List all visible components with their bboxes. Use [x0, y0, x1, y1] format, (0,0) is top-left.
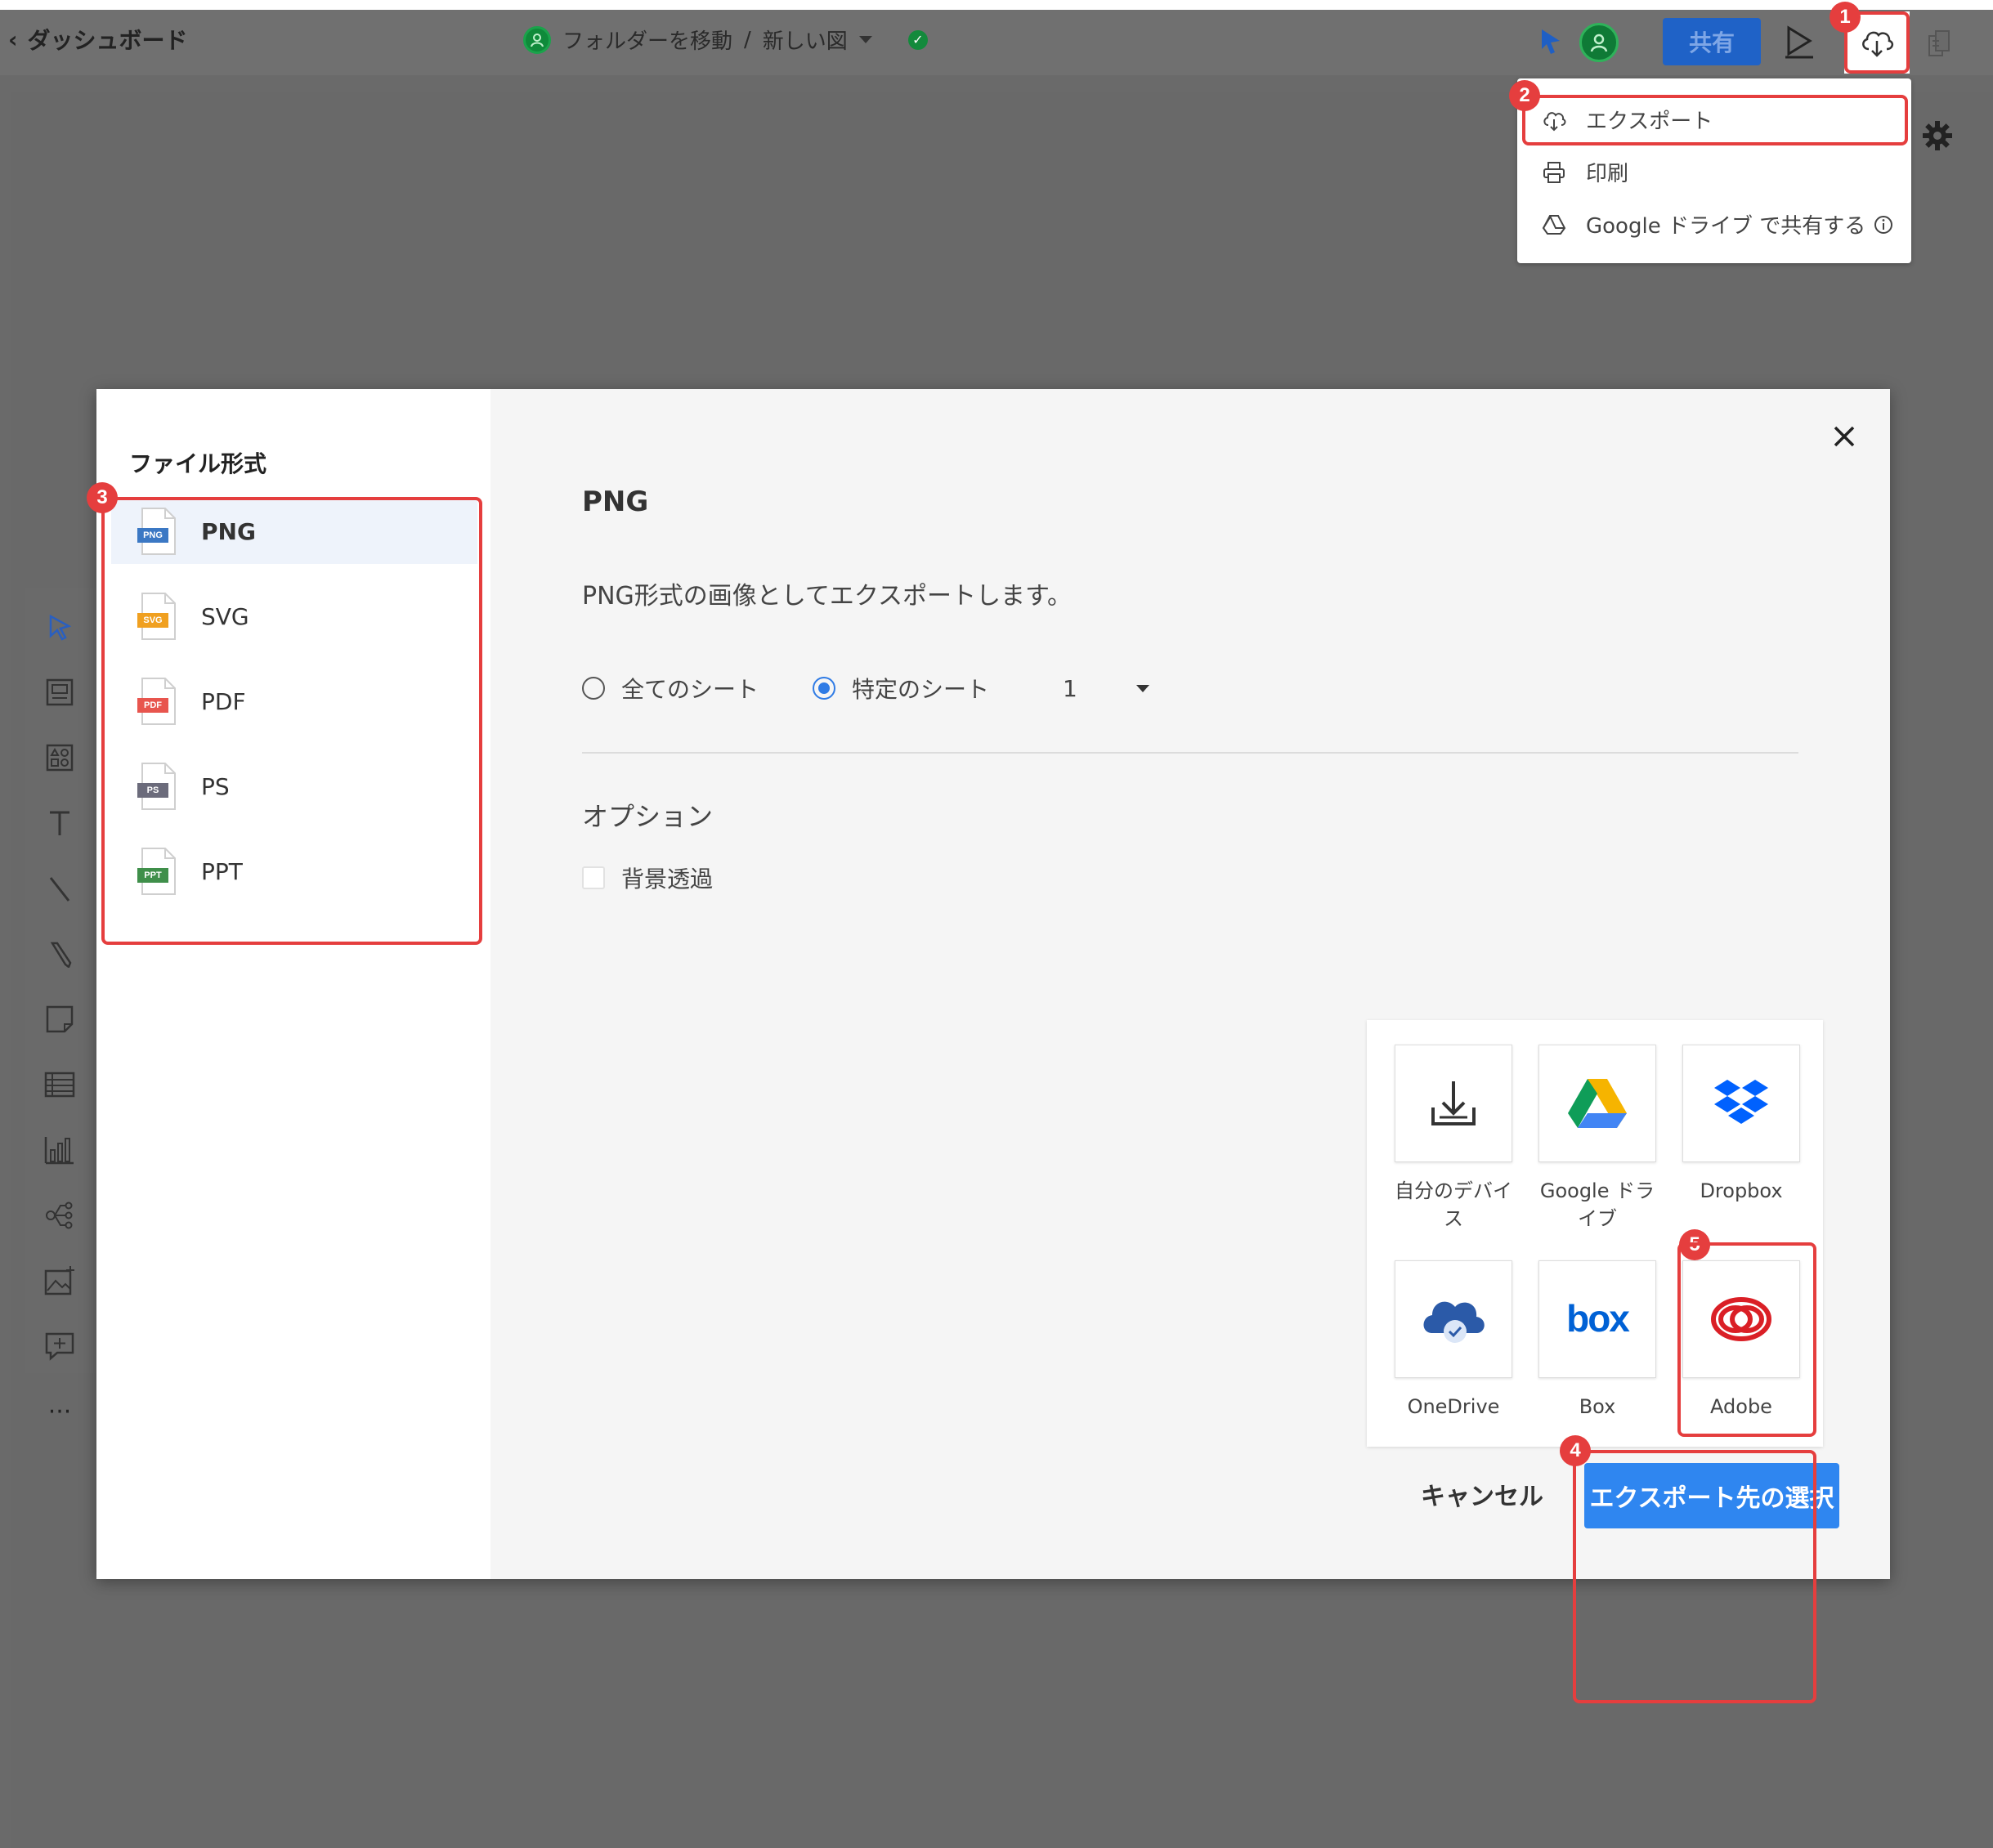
annotation-badge-2: 2	[1509, 80, 1540, 111]
selected-format-title: PNG	[582, 485, 649, 518]
destination-onedrive[interactable]: OneDrive	[1382, 1260, 1525, 1421]
text-tool-icon[interactable]	[43, 806, 77, 840]
transparent-background-checkbox[interactable]	[582, 866, 605, 889]
annotation-box-4	[1573, 1450, 1816, 1703]
format-description: PNG形式の画像としてエクスポートします。	[582, 582, 1072, 611]
destination-box[interactable]: box Box	[1525, 1260, 1669, 1421]
saved-check-icon: ✓	[907, 29, 928, 50]
present-play-icon[interactable]	[1784, 25, 1815, 62]
back-to-dashboard[interactable]: ‹ ダッシュボード	[8, 23, 188, 56]
destination-google-ドライブ[interactable]: Google ドライブ	[1525, 1045, 1669, 1233]
transparent-background-label[interactable]: 背景透過	[621, 861, 713, 894]
download-icon[interactable]	[1395, 1045, 1512, 1162]
annotation-box-3	[101, 497, 482, 945]
destination-label: Dropbox	[1700, 1179, 1783, 1202]
title-dropdown-icon[interactable]	[858, 36, 872, 43]
menu-gdrive-label: Google ドライブ で共有する	[1586, 214, 1866, 239]
user-avatar[interactable]	[1579, 23, 1619, 62]
cancel-button[interactable]: キャンセル	[1421, 1476, 1543, 1512]
breadcrumb: フォルダーを移動 / 新しい図 ✓	[523, 25, 928, 55]
destination-label: OneDrive	[1407, 1395, 1500, 1418]
container-tool-icon[interactable]	[43, 675, 77, 709]
onedrive-icon[interactable]	[1395, 1260, 1512, 1378]
sheet-number-value: 1	[1063, 674, 1077, 702]
document-title[interactable]: 新しい図	[763, 25, 848, 55]
comment-add-tool-icon[interactable]	[43, 1329, 77, 1363]
specific-sheet-label[interactable]: 特定のシート	[852, 672, 989, 705]
back-label: ダッシュボード	[27, 27, 188, 54]
pages-icon[interactable]	[1926, 29, 1952, 60]
dropbox-icon[interactable]	[1682, 1045, 1800, 1162]
settings-gear-icon[interactable]	[1921, 119, 1954, 155]
menu-item-google-drive-share[interactable]: Google ドライブ で共有する	[1542, 209, 1893, 239]
folder-owner-icon	[523, 25, 551, 54]
sticky-note-tool-icon[interactable]	[43, 1002, 77, 1036]
menu-item-print[interactable]: 印刷	[1542, 157, 1628, 187]
annotation-box-2	[1522, 95, 1908, 145]
table-tool-icon[interactable]	[43, 1067, 77, 1102]
select-tool-icon[interactable]	[43, 610, 77, 644]
line-tool-icon[interactable]	[43, 871, 77, 906]
sheet-select-caret-icon	[1135, 684, 1149, 692]
move-folder-link[interactable]: フォルダーを移動	[562, 25, 732, 55]
shapes-tool-icon[interactable]	[43, 741, 77, 775]
destination-label: 自分のデバイス	[1395, 1179, 1512, 1230]
annotation-badge-1: 1	[1830, 2, 1861, 33]
format-section-title: ファイル形式	[129, 450, 267, 477]
chart-tool-icon[interactable]	[43, 1133, 77, 1167]
breadcrumb-separator: /	[744, 27, 751, 52]
more-tools-icon[interactable]: ···	[43, 1394, 77, 1429]
destination-label: Box	[1579, 1395, 1616, 1418]
image-tool-icon[interactable]	[43, 1264, 77, 1298]
svg-text:box: box	[1566, 1299, 1630, 1340]
menu-print-label: 印刷	[1586, 162, 1629, 186]
mindmap-tool-icon[interactable]	[43, 1198, 77, 1233]
destination-dropbox[interactable]: Dropbox	[1669, 1045, 1813, 1205]
specific-sheet-radio[interactable]	[813, 677, 836, 700]
printer-icon	[1543, 161, 1565, 183]
share-button[interactable]: 共有	[1663, 18, 1761, 65]
google-drive-outline-icon	[1542, 214, 1566, 235]
tool-sidebar: ···	[25, 588, 96, 1426]
close-icon	[1834, 426, 1855, 447]
annotation-badge-4: 4	[1560, 1435, 1591, 1466]
cursor-pointer-icon[interactable]	[1538, 28, 1563, 59]
section-divider	[582, 752, 1798, 754]
sheet-number-select[interactable]: 1	[1063, 675, 1149, 702]
sheet-scope-row: 全てのシート 特定のシート 1	[582, 672, 1149, 705]
options-title: オプション	[582, 801, 714, 832]
google-drive-icon[interactable]	[1538, 1045, 1656, 1162]
destination-label: Google ドライブ	[1539, 1179, 1655, 1230]
annotation-box-5	[1677, 1242, 1816, 1437]
pen-tool-icon[interactable]	[43, 937, 77, 971]
box-icon[interactable]: box	[1538, 1260, 1656, 1378]
all-sheets-label[interactable]: 全てのシート	[621, 672, 759, 705]
annotation-badge-3: 3	[87, 482, 118, 513]
transparent-background-option: 背景透過	[582, 861, 713, 894]
close-dialog-button[interactable]	[1828, 420, 1861, 453]
info-icon[interactable]	[1874, 215, 1893, 235]
all-sheets-radio[interactable]	[582, 677, 605, 700]
destination-自分のデバイス[interactable]: 自分のデバイス	[1382, 1045, 1525, 1233]
chevron-left-icon: ‹	[8, 25, 18, 53]
